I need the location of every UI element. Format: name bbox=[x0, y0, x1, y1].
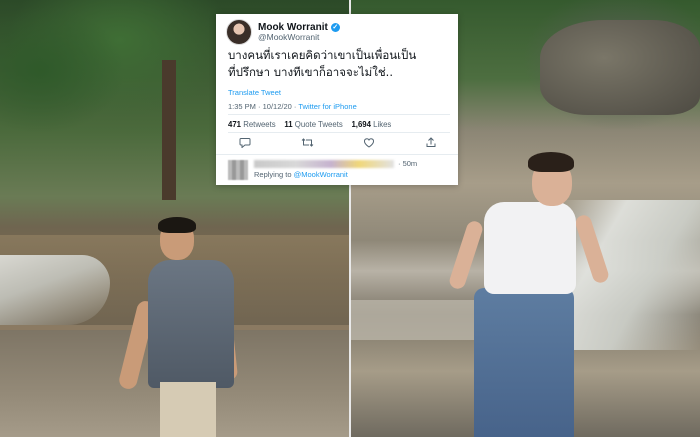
replying-to: Replying to @MookWorranit bbox=[254, 170, 348, 179]
like-icon[interactable] bbox=[362, 136, 376, 148]
tweet-header: Mook Worranit ✓ @MookWorranit bbox=[226, 19, 340, 45]
woman-hair bbox=[528, 152, 574, 172]
river-rapids bbox=[0, 255, 110, 325]
tweet-source-link[interactable]: Twitter for iPhone bbox=[298, 102, 356, 111]
divider bbox=[228, 132, 450, 133]
verified-badge-icon: ✓ bbox=[330, 22, 340, 32]
author-handle[interactable]: @MookWorranit bbox=[258, 32, 340, 42]
retweet-icon[interactable] bbox=[300, 136, 314, 148]
tweet-author: Mook Worranit ✓ @MookWorranit bbox=[258, 22, 340, 42]
tweet-stats: 471 Retweets 11 Quote Tweets 1,694 Likes bbox=[228, 120, 391, 129]
divider bbox=[228, 114, 450, 115]
tree-trunk bbox=[162, 60, 176, 200]
retweets-label: Retweets bbox=[243, 120, 276, 129]
translate-tweet-link[interactable]: Translate Tweet bbox=[228, 88, 281, 97]
woman-pants bbox=[474, 288, 574, 437]
man-hair bbox=[158, 217, 196, 233]
likes-label: Likes bbox=[373, 120, 392, 129]
reply-time: · 50m bbox=[398, 159, 418, 168]
reply-preview[interactable]: · 50m Replying to @MookWorranit bbox=[228, 158, 454, 182]
tweet-time: 1:35 PM bbox=[228, 102, 256, 111]
profile-avatar[interactable] bbox=[226, 19, 252, 45]
likes-count: 1,694 bbox=[351, 120, 371, 129]
replying-to-mention[interactable]: @MookWorranit bbox=[294, 170, 348, 179]
retweets-count: 471 bbox=[228, 120, 242, 129]
quote-count: 11 bbox=[284, 120, 293, 129]
tweet-date: 10/12/20 bbox=[262, 102, 292, 111]
tweet-text-line-1: บางคนที่เราเคยคิดว่าเขาเป็นเพื่อนเป็น bbox=[228, 48, 417, 62]
tweet-actions bbox=[238, 136, 438, 148]
woman-top bbox=[484, 202, 576, 294]
tweet-text-line-2: ที่ปรึกษา บางทีเขาก็อาจจะไม่ใช่.. bbox=[228, 65, 393, 79]
quote-tweets-stat[interactable]: 11 Quote Tweets bbox=[284, 120, 342, 129]
man-shirt bbox=[148, 260, 234, 388]
share-icon[interactable] bbox=[424, 136, 438, 148]
boulder bbox=[540, 20, 700, 115]
reply-icon[interactable] bbox=[238, 136, 252, 148]
man-pants bbox=[160, 382, 216, 437]
replying-to-prefix: Replying to bbox=[254, 170, 292, 179]
retweets-stat[interactable]: 471 Retweets bbox=[228, 120, 276, 129]
likes-stat[interactable]: 1,694 Likes bbox=[351, 120, 391, 129]
tweet-card: Mook Worranit ✓ @MookWorranit บางคนที่เร… bbox=[216, 14, 458, 185]
blurred-reply-name bbox=[254, 160, 394, 168]
tweet-timestamp: 1:35 PM · 10/12/20 · Twitter for iPhone bbox=[228, 102, 357, 111]
blurred-avatar bbox=[228, 160, 248, 180]
quote-label: Quote Tweets bbox=[294, 120, 343, 129]
tweet-text: บางคนที่เราเคยคิดว่าเขาเป็นเพื่อนเป็น ที… bbox=[228, 47, 454, 81]
divider bbox=[216, 154, 458, 155]
